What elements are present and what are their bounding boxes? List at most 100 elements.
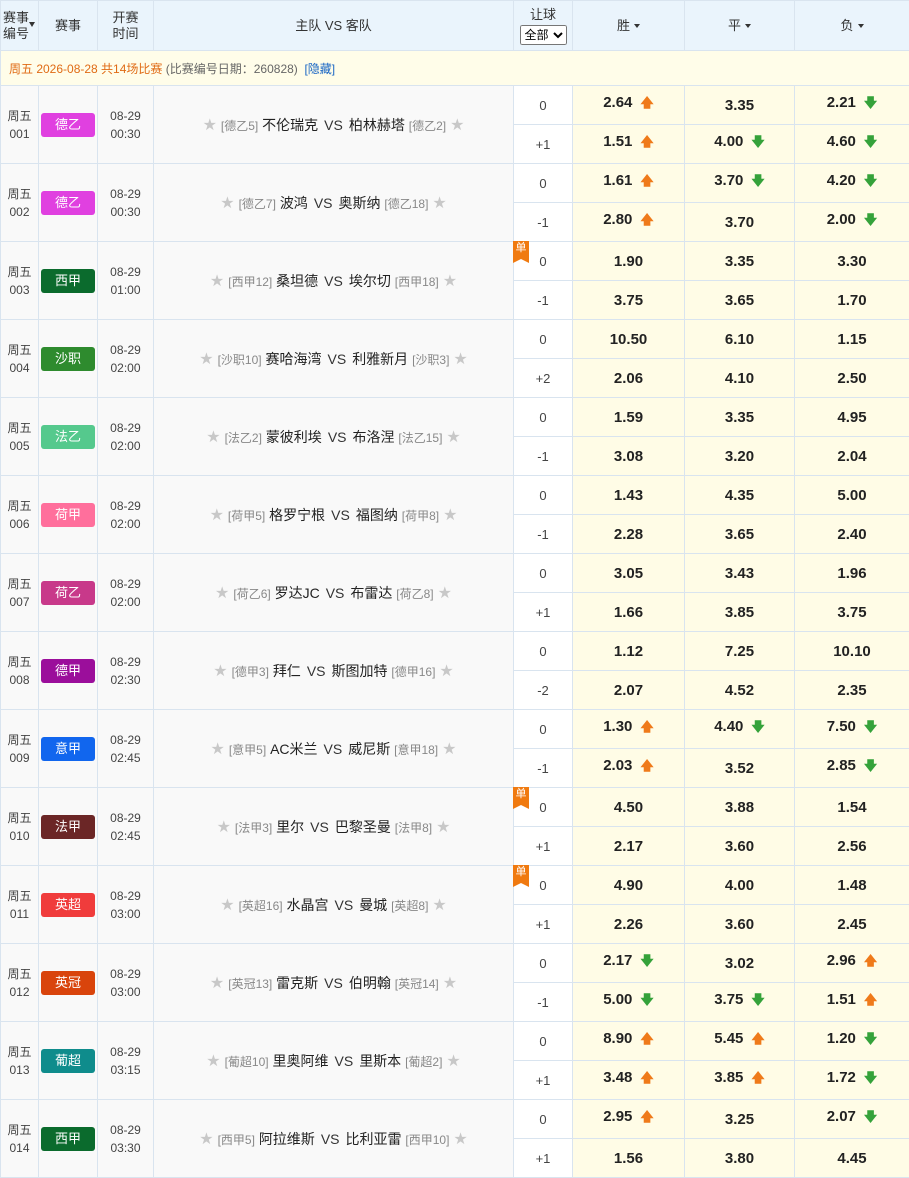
- header-win[interactable]: 胜: [572, 0, 685, 51]
- odds-win[interactable]: 1.66: [572, 592, 685, 632]
- star-icon[interactable]: ★: [203, 117, 217, 134]
- home-team[interactable]: 里尔: [276, 819, 304, 835]
- league-badge[interactable]: 德甲: [41, 658, 95, 683]
- star-icon[interactable]: ★: [217, 819, 231, 836]
- star-icon[interactable]: ★: [432, 195, 446, 212]
- league-badge[interactable]: 德乙: [41, 112, 95, 137]
- away-team[interactable]: 威尼斯: [348, 741, 390, 757]
- odds-lose[interactable]: 2.00 🡇: [794, 202, 909, 242]
- away-team[interactable]: 斯图加特: [332, 663, 388, 679]
- odds-draw[interactable]: 4.52: [684, 670, 795, 710]
- star-icon[interactable]: ★: [213, 663, 227, 680]
- away-team[interactable]: 奥斯纳: [339, 195, 381, 211]
- odds-win[interactable]: 2.64 🡅: [572, 85, 685, 125]
- league-badge[interactable]: 法甲: [41, 814, 95, 839]
- odds-draw[interactable]: 3.75 🡇: [684, 982, 795, 1022]
- odds-lose[interactable]: 2.35: [794, 670, 909, 710]
- odds-draw[interactable]: 3.60: [684, 826, 795, 866]
- odds-draw[interactable]: 6.10: [684, 319, 795, 359]
- odds-win[interactable]: 2.06: [572, 358, 685, 398]
- odds-draw[interactable]: 3.02: [684, 943, 795, 983]
- star-icon[interactable]: ★: [206, 429, 220, 446]
- odds-win[interactable]: 1.51 🡅: [572, 124, 685, 164]
- odds-lose[interactable]: 4.45: [794, 1138, 909, 1178]
- odds-lose[interactable]: 1.72 🡇: [794, 1060, 909, 1100]
- home-team[interactable]: 拜仁: [273, 663, 301, 679]
- odds-lose[interactable]: 3.75: [794, 592, 909, 632]
- star-icon[interactable]: ★: [443, 273, 457, 290]
- odds-lose[interactable]: 1.15: [794, 319, 909, 359]
- league-badge[interactable]: 沙职: [41, 346, 95, 371]
- star-icon[interactable]: ★: [211, 741, 225, 758]
- odds-draw[interactable]: 4.10: [684, 358, 795, 398]
- odds-lose[interactable]: 1.70: [794, 280, 909, 320]
- league-badge[interactable]: 法乙: [41, 424, 95, 449]
- odds-draw[interactable]: 3.35: [684, 85, 795, 125]
- odds-draw[interactable]: 3.70 🡇: [684, 163, 795, 203]
- odds-draw[interactable]: 3.80: [684, 1138, 795, 1178]
- star-icon[interactable]: ★: [210, 507, 224, 524]
- header-draw[interactable]: 平: [684, 0, 795, 51]
- star-icon[interactable]: ★: [199, 351, 213, 368]
- odds-draw[interactable]: 5.45 🡅: [684, 1021, 795, 1061]
- star-icon[interactable]: ★: [446, 429, 460, 446]
- league-badge[interactable]: 西甲: [41, 268, 95, 293]
- away-team[interactable]: 利雅新月: [352, 351, 408, 367]
- odds-lose[interactable]: 2.96 🡅: [794, 943, 909, 983]
- odds-lose[interactable]: 2.50: [794, 358, 909, 398]
- star-icon[interactable]: ★: [210, 273, 224, 290]
- home-team[interactable]: 阿拉维斯: [259, 1131, 315, 1147]
- away-team[interactable]: 布雷达: [350, 585, 392, 601]
- odds-win[interactable]: 1.59: [572, 397, 685, 437]
- odds-win[interactable]: 1.61 🡅: [572, 163, 685, 203]
- odds-draw[interactable]: 3.65: [684, 280, 795, 320]
- odds-win[interactable]: 2.07: [572, 670, 685, 710]
- home-team[interactable]: 水晶宫: [287, 897, 329, 913]
- odds-win[interactable]: 4.50: [572, 787, 685, 827]
- home-team[interactable]: 桑坦德: [276, 273, 318, 289]
- odds-win[interactable]: 3.75: [572, 280, 685, 320]
- home-team[interactable]: 罗达JC: [275, 585, 320, 601]
- away-team[interactable]: 布洛涅: [353, 429, 395, 445]
- odds-draw[interactable]: 4.40 🡇: [684, 709, 795, 749]
- league-badge[interactable]: 英超: [41, 892, 95, 917]
- odds-lose[interactable]: 3.30: [794, 241, 909, 281]
- odds-lose[interactable]: 2.85 🡇: [794, 748, 909, 788]
- odds-lose[interactable]: 1.20 🡇: [794, 1021, 909, 1061]
- odds-draw[interactable]: 4.35: [684, 475, 795, 515]
- away-team[interactable]: 埃尔切: [349, 273, 391, 289]
- odds-win[interactable]: 4.90: [572, 865, 685, 905]
- star-icon[interactable]: ★: [443, 507, 457, 524]
- odds-draw[interactable]: 3.43: [684, 553, 795, 593]
- odds-win[interactable]: 5.00 🡇: [572, 982, 685, 1022]
- odds-win[interactable]: 2.95 🡅: [572, 1099, 685, 1139]
- odds-win[interactable]: 10.50: [572, 319, 685, 359]
- odds-lose[interactable]: 4.60 🡇: [794, 124, 909, 164]
- league-badge[interactable]: 荷乙: [41, 580, 95, 605]
- star-icon[interactable]: ★: [439, 663, 453, 680]
- odds-lose[interactable]: 2.07 🡇: [794, 1099, 909, 1139]
- odds-draw[interactable]: 3.88: [684, 787, 795, 827]
- home-team[interactable]: 不伦瑞克: [262, 117, 318, 133]
- odds-lose[interactable]: 2.21 🡇: [794, 85, 909, 125]
- star-icon[interactable]: ★: [453, 351, 467, 368]
- odds-lose[interactable]: 4.20 🡇: [794, 163, 909, 203]
- away-team[interactable]: 巴黎圣曼: [335, 819, 391, 835]
- home-team[interactable]: 蒙彼利埃: [266, 429, 322, 445]
- odds-draw[interactable]: 3.25: [684, 1099, 795, 1139]
- league-badge[interactable]: 意甲: [41, 736, 95, 761]
- odds-win[interactable]: 1.90: [572, 241, 685, 281]
- league-badge[interactable]: 荷甲: [41, 502, 95, 527]
- odds-draw[interactable]: 3.70: [684, 202, 795, 242]
- odds-draw[interactable]: 4.00 🡇: [684, 124, 795, 164]
- odds-win[interactable]: 2.17 🡇: [572, 943, 685, 983]
- away-team[interactable]: 比利亚雷: [346, 1131, 402, 1147]
- odds-draw[interactable]: 3.35: [684, 241, 795, 281]
- odds-lose[interactable]: 2.04: [794, 436, 909, 476]
- odds-win[interactable]: 1.12: [572, 631, 685, 671]
- odds-lose[interactable]: 1.96: [794, 553, 909, 593]
- odds-lose[interactable]: 2.40: [794, 514, 909, 554]
- star-icon[interactable]: ★: [210, 975, 224, 992]
- star-icon[interactable]: ★: [215, 585, 229, 602]
- star-icon[interactable]: ★: [199, 1131, 213, 1148]
